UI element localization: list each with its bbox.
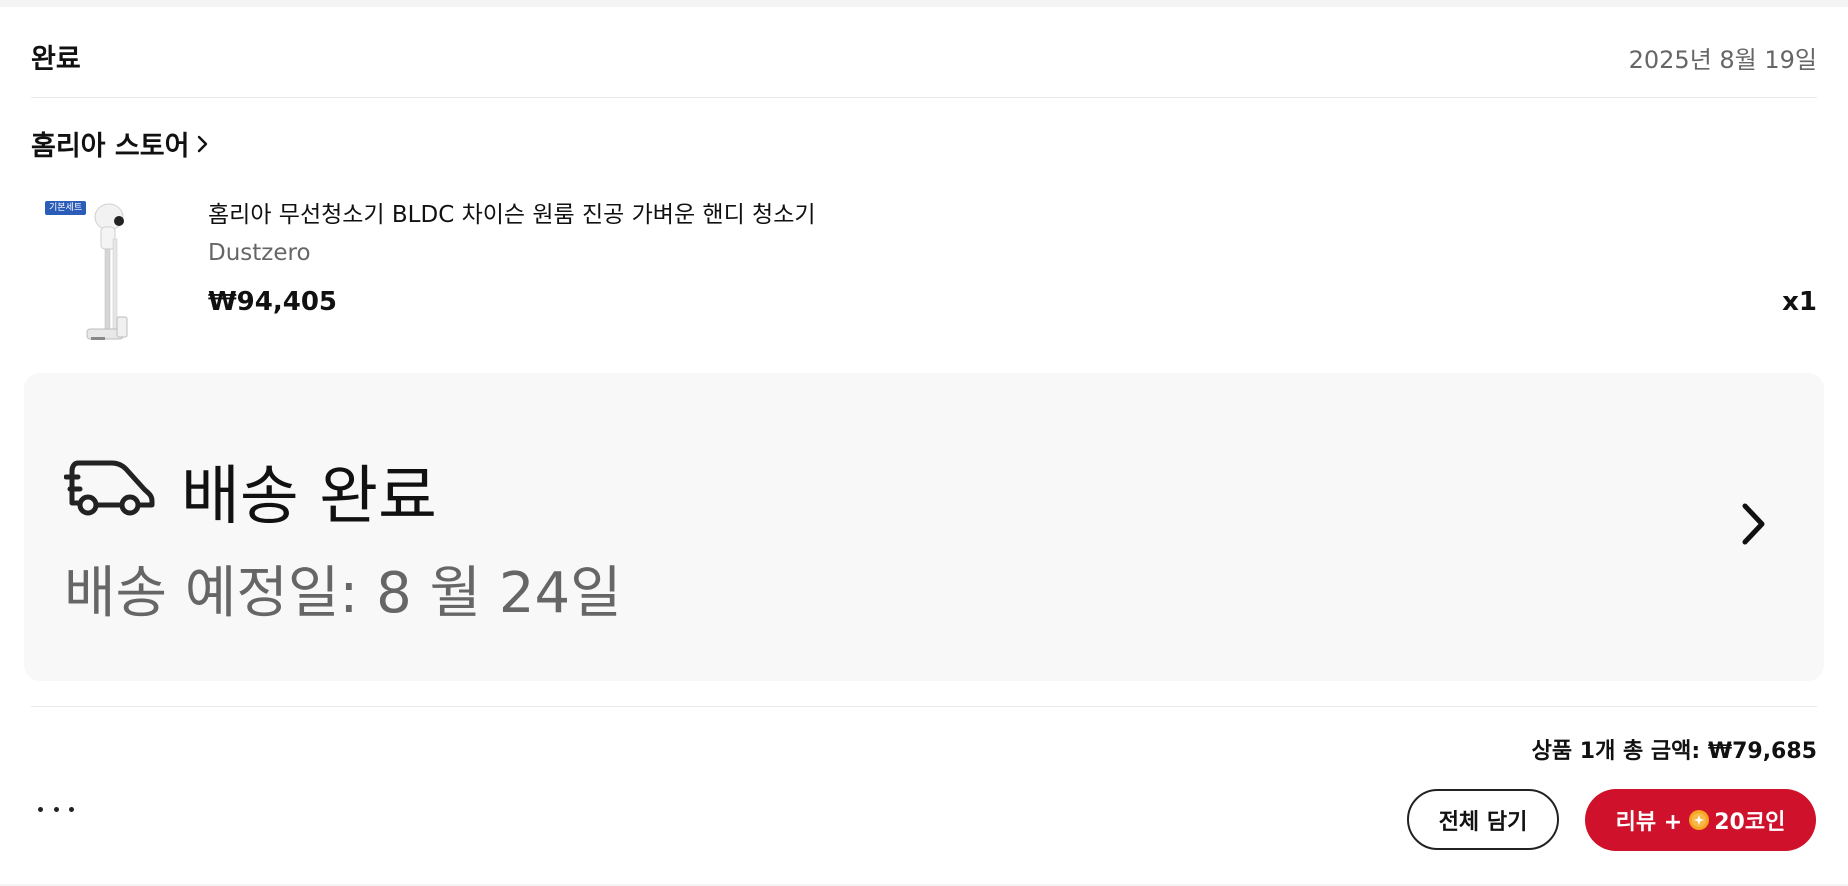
order-total: 상품 1개 총 금액: ₩79,685: [1531, 739, 1817, 764]
add-all-to-cart-label: 전체 담기: [1438, 809, 1528, 835]
chevron-right-icon: [1742, 503, 1765, 545]
delivery-eta: 배송 예정일: 8 월 24일: [64, 561, 622, 626]
product-price: ₩94,405: [208, 287, 338, 317]
product-brand: Dustzero: [208, 240, 311, 266]
coin-icon: [1689, 810, 1710, 830]
product-thumbnail[interactable]: 기본세트: [31, 189, 151, 355]
more-horizontal-icon: [38, 806, 43, 812]
more-horizontal-icon: [69, 806, 74, 812]
delivery-status-title: 배송 완료: [181, 460, 437, 534]
truck-icon: [64, 460, 155, 516]
product-quantity: x1: [1782, 287, 1817, 317]
write-review-button[interactable]: 리뷰 + 20코인: [1585, 789, 1816, 851]
store-link[interactable]: 홈리아 스토어: [31, 124, 211, 163]
review-coin-label: 20코인: [1714, 810, 1786, 835]
order-card: 완료 2025년 8월 19일 홈리아 스토어 기본세트 홈리아 무선청소기 B…: [0, 7, 1848, 884]
store-name: 홈리아 스토어: [31, 131, 190, 162]
more-options-button[interactable]: [38, 799, 74, 819]
more-horizontal-icon: [53, 806, 59, 812]
delivery-status-panel[interactable]: 배송 완료 배송 예정일: 8 월 24일: [24, 373, 1824, 681]
order-status: 완료: [31, 44, 81, 75]
product-badge: 기본세트: [45, 201, 87, 215]
chevron-right-icon: [198, 135, 208, 152]
review-prefix-label: 리뷰 +: [1615, 810, 1683, 835]
product-title[interactable]: 홈리아 무선청소기 BLDC 차이슨 원룸 진공 가벼운 핸디 청소기: [208, 195, 816, 229]
order-header: 완료 2025년 8월 19일: [31, 7, 1817, 98]
divider: [31, 706, 1817, 707]
add-all-to-cart-button[interactable]: 전체 담기: [1407, 789, 1559, 850]
order-date: 2025년 8월 19일: [1628, 46, 1817, 74]
